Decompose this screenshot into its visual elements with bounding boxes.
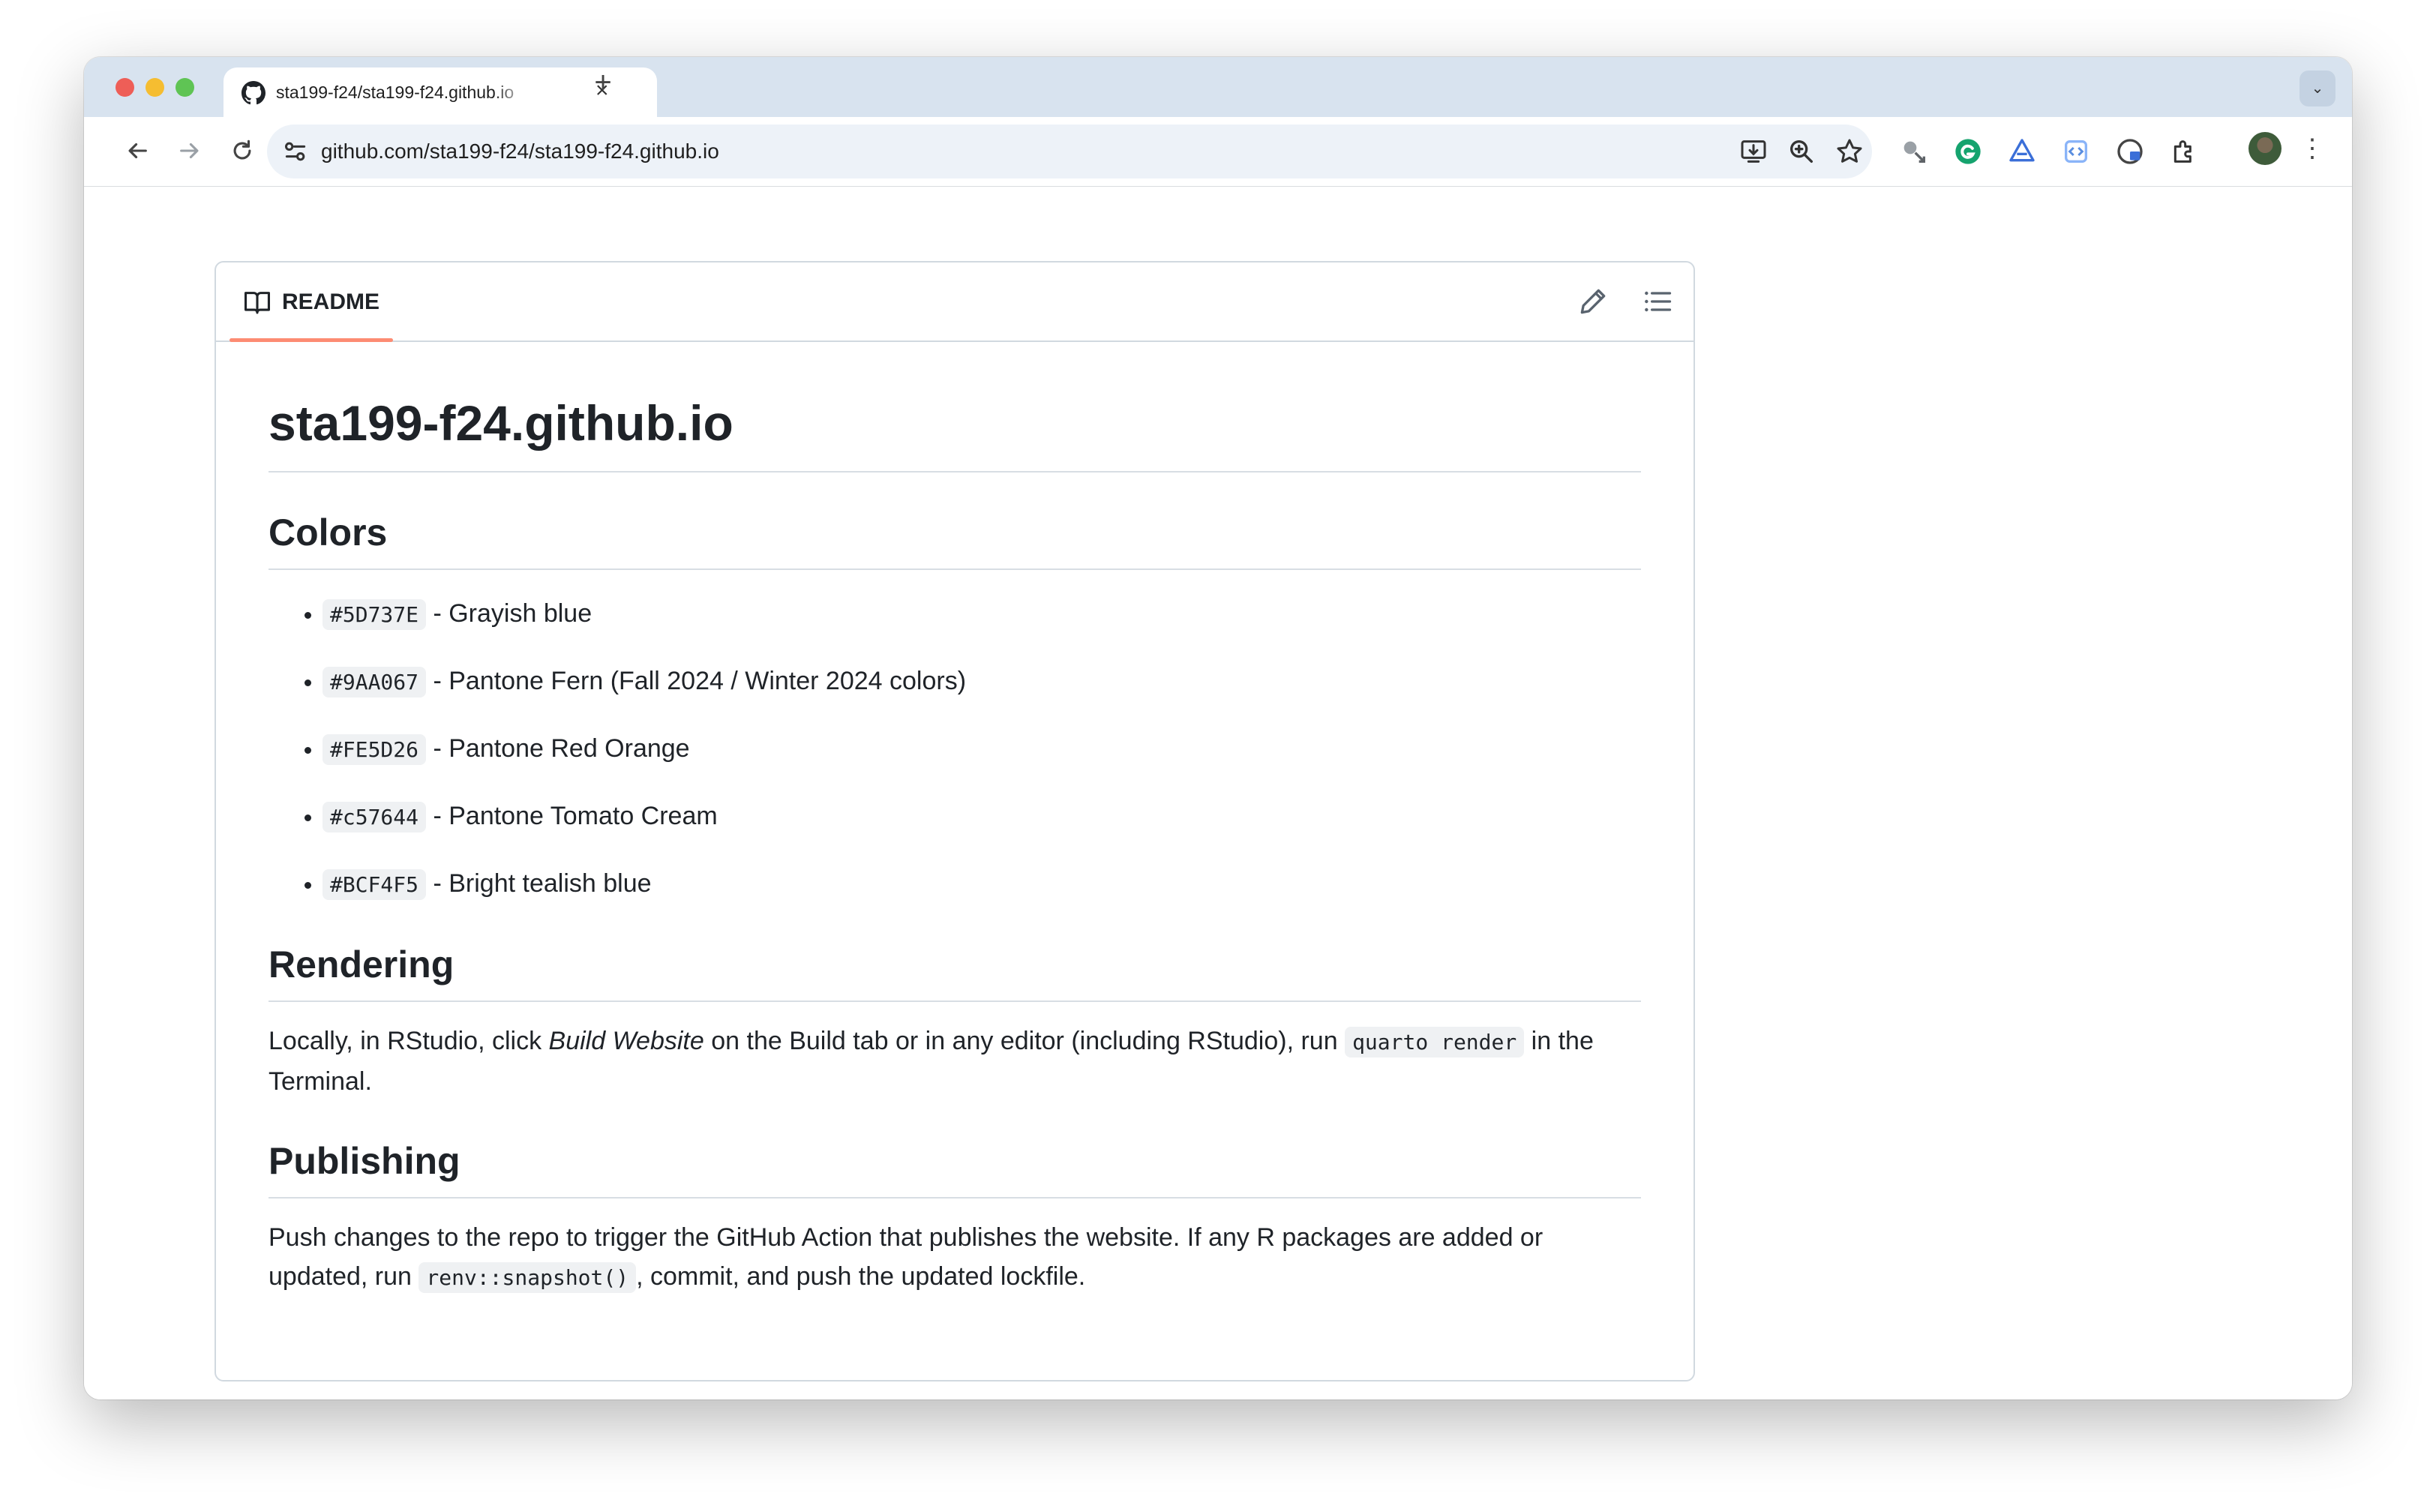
colors-heading: Colors [268, 508, 1641, 570]
install-app-icon[interactable] [1738, 136, 1768, 166]
reload-button[interactable] [222, 130, 262, 171]
colors-list: #5D737E - Grayish blue #9AA067 - Pantone… [268, 594, 1641, 904]
tab-title: sta199-f24/sta199-f24.github.io [276, 82, 514, 102]
forward-arrow-icon [180, 142, 199, 159]
rendering-paragraph: Locally, in RStudio, click Build Website… [268, 1022, 1641, 1101]
minimize-window-button[interactable] [146, 78, 164, 97]
color-code: #9AA067 [322, 667, 427, 698]
list-item: #FE5D26 - Pantone Red Orange [322, 729, 1641, 770]
color-description: - Pantone Tomato Cream [433, 802, 718, 830]
quarto-render-code: quarto render [1345, 1027, 1525, 1058]
readme-panel: README sta199-f24.github.io Colors #5D73… [214, 261, 1695, 1382]
zoom-icon[interactable] [1786, 136, 1816, 166]
color-code: #5D737E [322, 599, 427, 630]
tab-strip: sta199-f24/sta199-f24.github.io × + ⌄ [84, 57, 2352, 117]
readme-tab-label: README [282, 290, 380, 314]
list-item: #5D737E - Grayish blue [322, 594, 1641, 634]
publishing-text: , commit, and push the updated lockfile. [636, 1262, 1086, 1291]
color-description: - Pantone Red Orange [433, 734, 690, 763]
bookmark-star-icon[interactable] [1834, 136, 1864, 166]
profile-avatar[interactable] [2248, 132, 2282, 165]
close-window-button[interactable] [116, 78, 134, 97]
color-code: #BCF4F5 [322, 869, 427, 900]
url-text[interactable]: github.com/sta199-f24/sta199-f24.github.… [321, 140, 719, 164]
browser-menu-button[interactable]: ⋮ [2300, 135, 2325, 165]
publishing-paragraph: Push changes to the repo to trigger the … [268, 1218, 1641, 1298]
zoom-window-button[interactable] [176, 78, 194, 97]
list-item: #c57644 - Pantone Tomato Cream [322, 796, 1641, 837]
page-content: README sta199-f24.github.io Colors #5D73… [84, 187, 2352, 1400]
forward-button[interactable] [170, 130, 210, 171]
grammarly-icon[interactable] [1953, 136, 1983, 166]
edit-pencil-icon[interactable] [1576, 285, 1610, 318]
list-item: #BCF4F5 - Bright tealish blue [322, 864, 1641, 904]
extension-translate-icon[interactable] [1899, 136, 1929, 166]
back-button[interactable] [117, 130, 158, 171]
code-extension-icon[interactable] [2061, 136, 2091, 166]
tab-search-button[interactable]: ⌄ [2300, 70, 2336, 106]
build-website-emphasis: Build Website [548, 1027, 704, 1055]
browser-toolbar: github.com/sta199-f24/sta199-f24.github.… [84, 117, 2352, 187]
rendering-text: on the Build tab or in any editor (inclu… [704, 1027, 1346, 1055]
github-icon [242, 81, 266, 105]
rendering-heading: Rendering [268, 940, 1641, 1002]
browser-window: sta199-f24/sta199-f24.github.io × + ⌄ gi… [84, 57, 2352, 1400]
new-tab-button[interactable]: + [585, 64, 621, 100]
readme-header: README [216, 262, 1694, 342]
publishing-heading: Publishing [268, 1137, 1641, 1198]
outline-list-icon[interactable] [1641, 285, 1674, 318]
color-code: #c57644 [322, 802, 427, 832]
readme-content: sta199-f24.github.io Colors #5D737E - Gr… [268, 340, 1641, 1298]
book-icon [244, 292, 270, 314]
extensions-puzzle-icon[interactable] [2169, 136, 2199, 166]
rendering-text: Locally, in RStudio, click [268, 1027, 549, 1055]
site-settings-icon[interactable] [280, 136, 310, 166]
color-description: - Bright tealish blue [433, 869, 652, 898]
reload-icon [233, 140, 251, 160]
renv-snapshot-code: renv::snapshot() [418, 1262, 637, 1293]
password-manager-icon[interactable] [2115, 136, 2145, 166]
back-arrow-icon [128, 142, 147, 159]
drive-extension-icon[interactable] [2007, 136, 2037, 166]
list-item: #9AA067 - Pantone Fern (Fall 2024 / Wint… [322, 662, 1641, 702]
color-description: - Pantone Fern (Fall 2024 / Winter 2024 … [433, 667, 967, 695]
readme-title: sta199-f24.github.io [268, 393, 1641, 472]
readme-tab[interactable]: README [230, 262, 393, 342]
color-code: #FE5D26 [322, 734, 427, 765]
address-bar[interactable]: github.com/sta199-f24/sta199-f24.github.… [267, 124, 1872, 178]
color-description: - Grayish blue [433, 599, 592, 628]
